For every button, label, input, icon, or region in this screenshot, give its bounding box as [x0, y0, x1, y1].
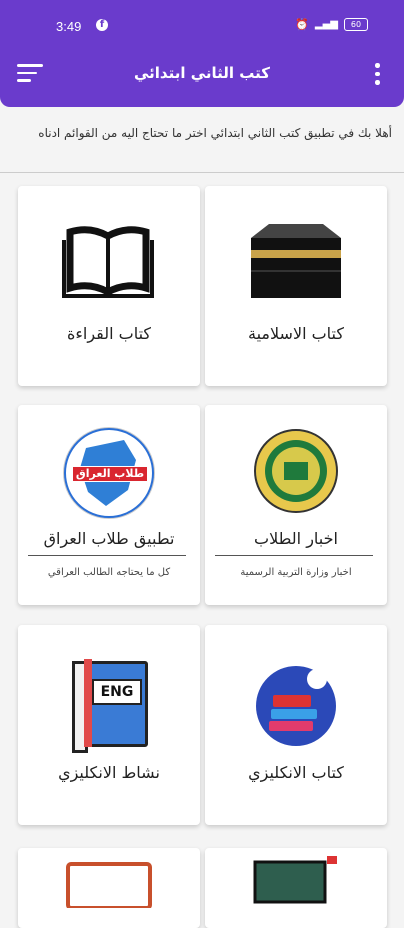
- card-subtitle: اخبار وزارة التربية الرسمية: [240, 567, 352, 578]
- eng-label: ENG: [92, 679, 142, 705]
- english-books-icon: [256, 666, 336, 746]
- card-islamic-book[interactable]: كتاب الاسلامية: [205, 186, 387, 386]
- card-title: اخبار الطلاب: [254, 529, 338, 548]
- card-title: نشاط الانكليزي: [58, 763, 160, 782]
- status-time: 3:49: [56, 19, 82, 34]
- kaaba-icon: [251, 224, 341, 298]
- battery-icon: 60: [344, 18, 368, 31]
- more-options-icon[interactable]: [375, 63, 381, 89]
- app-bar: 3:49 f ⏰ ▂▄▆ 60 كتب الثاني ابتدائي: [0, 0, 404, 107]
- card-student-news[interactable]: اخبار الطلاب اخبار وزارة التربية الرسمية: [205, 405, 387, 605]
- card-title: كتاب الاسلامية: [248, 324, 344, 343]
- card-row4-left[interactable]: [18, 848, 200, 928]
- signal-icon: ▂▄▆: [314, 19, 338, 30]
- open-book-icon: [62, 226, 154, 298]
- alarm-icon: ⏰: [295, 18, 309, 31]
- card-title: كتاب القراءة: [66, 324, 152, 343]
- notebook-icon: [66, 862, 152, 908]
- card-iraq-students-app[interactable]: طلاب العراق تطبيق طلاب العراق كل ما يحتا…: [18, 405, 200, 605]
- page-title: كتب الثاني ابتدائي: [133, 64, 271, 82]
- card-reading-book[interactable]: كتاب القراءة: [18, 186, 200, 386]
- intro-text: أهلا بك في تطبيق كتب الثاني ابتدائي اختر…: [38, 126, 392, 140]
- card-subtitle: كل ما يحتاجه الطالب العراقي: [47, 567, 171, 578]
- blackboard-icon: [253, 856, 337, 904]
- ministry-logo-icon: [254, 429, 338, 513]
- divider: [0, 172, 404, 173]
- card-divider: [215, 555, 373, 556]
- card-title: كتاب الانكليزي: [248, 763, 344, 782]
- iraq-students-logo-icon: طلاب العراق: [64, 428, 154, 518]
- logo-banner: طلاب العراق: [72, 466, 148, 482]
- status-bar: 3:49 f ⏰ ▂▄▆ 60: [0, 14, 404, 36]
- facebook-icon: f: [96, 19, 108, 31]
- card-divider: [28, 555, 186, 556]
- eng-book-icon: ENG: [72, 659, 148, 753]
- card-english-activity[interactable]: ENG نشاط الانكليزي: [18, 625, 200, 825]
- card-english-book[interactable]: كتاب الانكليزي: [205, 625, 387, 825]
- card-row4-right[interactable]: [205, 848, 387, 928]
- card-title: تطبيق طلاب العراق: [43, 529, 175, 548]
